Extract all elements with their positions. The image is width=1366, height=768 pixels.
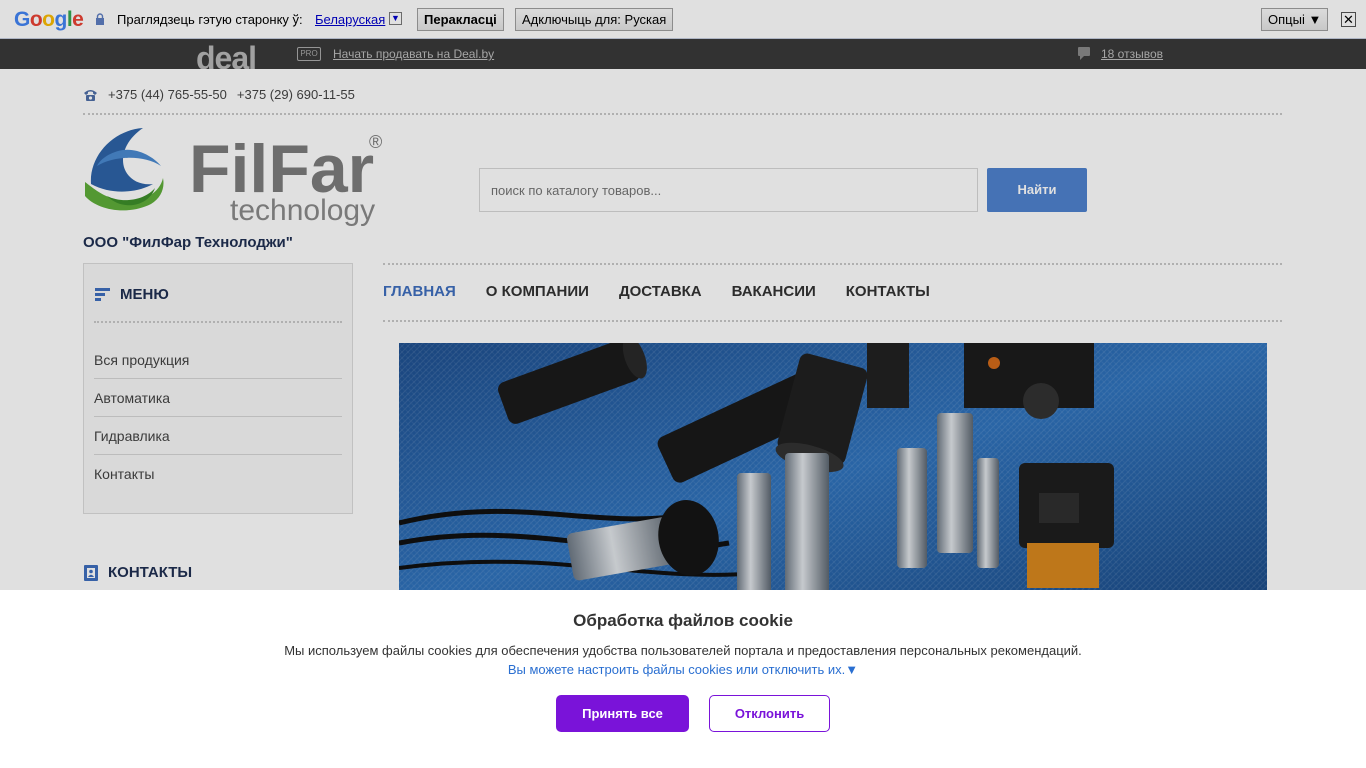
accept-all-button[interactable]: Принять все bbox=[556, 695, 689, 732]
cookie-banner: Обработка файлов cookie Мы используем фа… bbox=[0, 590, 1366, 768]
decline-button[interactable]: Отклонить bbox=[709, 695, 830, 732]
cookie-text: Мы используем файлы cookies для обеспече… bbox=[284, 643, 1082, 658]
cookie-title: Обработка файлов cookie bbox=[573, 611, 793, 630]
cookie-settings-link[interactable]: Вы можете настроить файлы cookies или от… bbox=[0, 662, 1366, 677]
